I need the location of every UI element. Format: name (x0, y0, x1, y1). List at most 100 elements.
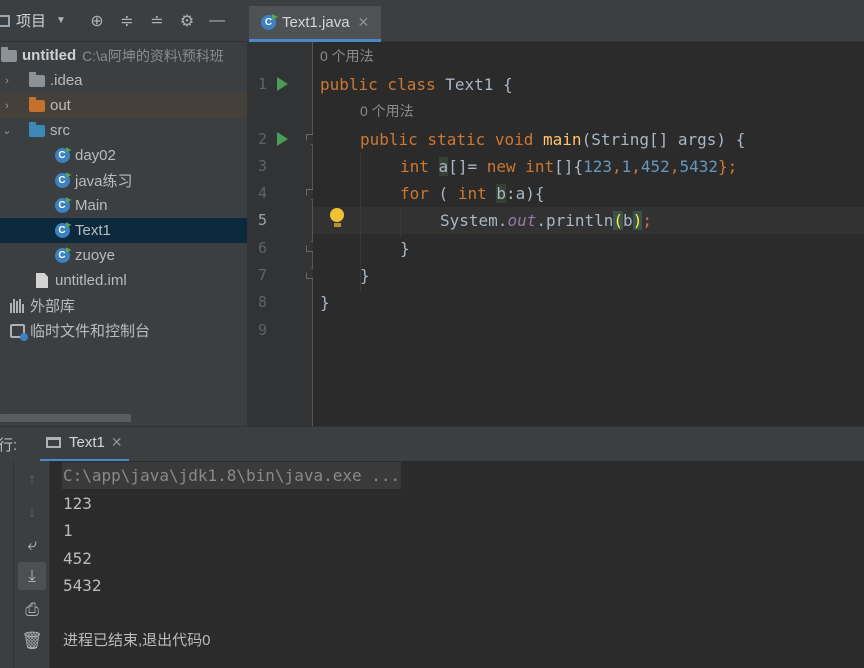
tree-item-java-practice[interactable]: C java练习 (0, 168, 247, 193)
close-icon[interactable]: ✕ (111, 434, 123, 451)
keyword: public static void (360, 130, 534, 149)
tree-item-label: java练习 (75, 173, 133, 190)
horizontal-scrollbar[interactable] (0, 414, 131, 422)
console-line: 5432 (63, 576, 102, 595)
console-command: C:\app\java\jdk1.8\bin\java.exe ... (62, 462, 402, 489)
collapse-all-icon[interactable]: ≐ (142, 0, 172, 42)
tree-item-label: .idea (50, 72, 83, 89)
code-text: System. (440, 211, 508, 230)
code-line-5: System.out.println(b); (440, 207, 652, 234)
console-output[interactable]: C:\app\java\jdk1.8\bin\java.exe ... 123 … (50, 461, 864, 668)
hide-icon[interactable]: — (202, 0, 232, 42)
scratches-icon (8, 323, 28, 341)
code-line-1: public class Text1 { (320, 71, 513, 98)
project-panel: 项目 ▼ ⊕ ≑ ≐ ⚙ — untitled C:\a阿坤的资料\预科班 › … (0, 0, 247, 426)
excluded-folder-icon (28, 96, 46, 114)
folder-icon (28, 71, 46, 89)
close-icon[interactable]: ✕ (358, 14, 370, 31)
tree-item-text1[interactable]: C Text1 (0, 218, 247, 243)
trash-icon[interactable]: 🗑 (18, 627, 46, 655)
run-side-strip (0, 461, 14, 668)
number-literal: 123 (583, 157, 612, 176)
soft-wrap-icon[interactable]: ⤶ (18, 531, 46, 559)
library-icon (8, 298, 26, 314)
code-text: :a){ (506, 184, 545, 203)
tree-item-main[interactable]: C Main (0, 193, 247, 218)
tree-item-label: day02 (75, 147, 116, 164)
tree-item-day02[interactable]: C day02 (0, 143, 247, 168)
java-class-icon: C (53, 148, 71, 164)
keyword: int (525, 157, 555, 176)
lightbulb-icon[interactable] (330, 208, 344, 228)
project-toolbar: 项目 ▼ ⊕ ≑ ≐ ⚙ — (0, 0, 247, 42)
variable: b (496, 184, 506, 203)
scroll-to-end-icon[interactable]: ⤓ (18, 562, 46, 590)
tree-item-zuoye[interactable]: C zuoye (0, 243, 247, 268)
crosshair-icon[interactable]: ⊕ (82, 0, 112, 42)
project-title-label: 项目 (16, 13, 47, 30)
chevron-right-icon[interactable]: › (0, 100, 14, 112)
tree-item-label: Main (75, 197, 108, 214)
method-name: main (543, 130, 582, 149)
line-number: 6 (257, 239, 267, 257)
code-text: ( (428, 184, 458, 203)
line-number: 8 (257, 293, 267, 311)
gear-icon[interactable]: ⚙ (172, 0, 202, 42)
project-icon (0, 14, 10, 27)
chevron-down-icon: ▼ (56, 15, 66, 26)
module-path: C:\a阿坤的资料\预科班 (82, 47, 224, 64)
tree-item-idea[interactable]: › .idea (0, 68, 247, 93)
tab-text1-java[interactable]: C Text1.java ✕ (249, 6, 381, 42)
run-icon[interactable] (277, 77, 288, 91)
console-icon (46, 437, 61, 448)
run-icon[interactable] (277, 132, 288, 146)
matched-paren: ) (632, 211, 643, 230)
tab-run-text1[interactable]: Text1 ✕ (40, 427, 129, 462)
tree-item-src[interactable]: ⌄ src (0, 118, 247, 143)
run-panel-label: 行: (0, 436, 18, 454)
line-number: 1 (257, 75, 267, 93)
tree-item-scratches[interactable]: 临时文件和控制台 (0, 318, 247, 343)
java-class-icon: C (261, 15, 276, 30)
keyword: new (486, 157, 516, 176)
keyword: for (400, 184, 429, 203)
code-editor[interactable]: 0 个用法 public class Text1 { 0 个用法 public … (313, 42, 864, 426)
line-number: 4 (257, 184, 267, 202)
number-literal: 1 (621, 157, 632, 176)
arrow-up-icon[interactable]: ↑ (18, 466, 46, 494)
tree-item-external-libraries[interactable]: 外部库 (0, 293, 247, 318)
project-view-selector[interactable]: 项目 ▼ (0, 10, 82, 31)
tree-item-label: out (50, 97, 71, 114)
source-folder-icon (28, 121, 46, 139)
print-icon[interactable]: ⎙ (18, 596, 46, 624)
tree-item-untitled[interactable]: untitled C:\a阿坤的资料\预科班 (0, 43, 247, 68)
console-line: 123 (63, 494, 92, 513)
code-line-6: } (400, 239, 410, 258)
line-number: 7 (257, 266, 267, 284)
tree-item-iml[interactable]: untitled.iml (0, 268, 247, 293)
code-text: .println (536, 211, 614, 230)
expand-all-icon[interactable]: ≑ (112, 0, 142, 42)
usage-hint[interactable]: 0 个用法 (320, 46, 374, 66)
tree-item-label: 外部库 (30, 298, 76, 315)
java-class-icon: C (53, 248, 71, 264)
code-line-7: } (360, 266, 370, 285)
chevron-down-icon[interactable]: ⌄ (0, 124, 14, 137)
number-literal: 452 (640, 157, 670, 176)
field-name: out (507, 211, 537, 230)
tab-label: Text1.java (282, 14, 350, 31)
chevron-right-icon[interactable]: › (0, 75, 14, 87)
tree-item-label: zuoye (75, 247, 116, 264)
tree-item-out[interactable]: › out (0, 93, 247, 118)
usage-hint[interactable]: 0 个用法 (360, 101, 414, 121)
matched-paren: ( (613, 211, 624, 230)
arrow-down-icon[interactable]: ↓ (18, 498, 46, 526)
tab-label: Text1 (69, 434, 105, 451)
tree-item-label: untitled (22, 47, 77, 64)
code-line-4: for ( int b:a){ (400, 180, 545, 207)
tree-item-label: src (50, 122, 70, 139)
code-text: }; (717, 157, 738, 176)
tree-item-label: Text1 (75, 222, 111, 239)
module-folder-icon (0, 46, 18, 64)
keyword: int (400, 157, 429, 176)
